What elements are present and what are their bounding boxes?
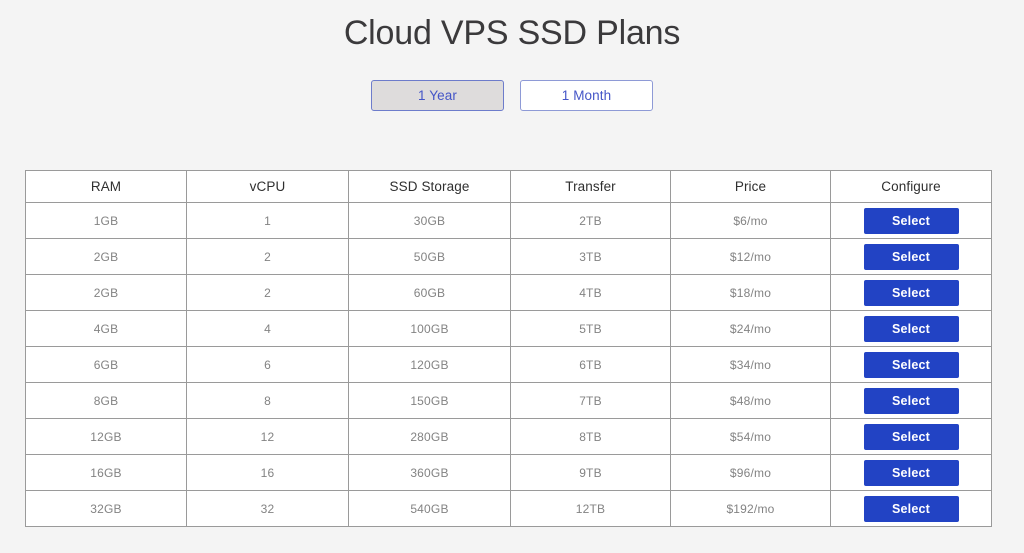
- billing-toggle-1-month[interactable]: 1 Month: [520, 80, 653, 111]
- cell-ram: 16GB: [25, 454, 187, 491]
- select-button[interactable]: Select: [863, 495, 959, 522]
- table-row: 1GB 1 30GB 2TB $6/mo Select: [25, 202, 992, 239]
- cell-price: $54/mo: [670, 418, 831, 455]
- cell-ram: 2GB: [25, 274, 187, 311]
- table-header-row: RAM vCPU SSD Storage Transfer Price Conf…: [25, 170, 992, 203]
- plans-table-head: RAM vCPU SSD Storage Transfer Price Conf…: [25, 170, 992, 203]
- cell-ram: 32GB: [25, 490, 187, 527]
- cell-price: $48/mo: [670, 382, 831, 419]
- table-row: 2GB 2 60GB 4TB $18/mo Select: [25, 274, 992, 311]
- cell-ram: 1GB: [25, 202, 187, 239]
- select-button[interactable]: Select: [863, 459, 959, 486]
- cell-transfer: 6TB: [510, 346, 671, 383]
- cell-configure: Select: [830, 418, 992, 455]
- cell-ram: 8GB: [25, 382, 187, 419]
- cell-transfer: 8TB: [510, 418, 671, 455]
- select-button[interactable]: Select: [863, 207, 959, 234]
- table-row: 16GB 16 360GB 9TB $96/mo Select: [25, 454, 992, 491]
- select-button[interactable]: Select: [863, 315, 959, 342]
- cell-vcpu: 6: [186, 346, 349, 383]
- table-row: 8GB 8 150GB 7TB $48/mo Select: [25, 382, 992, 419]
- cell-transfer: 12TB: [510, 490, 671, 527]
- select-button[interactable]: Select: [863, 351, 959, 378]
- cell-transfer: 2TB: [510, 202, 671, 239]
- cell-price: $18/mo: [670, 274, 831, 311]
- column-header-configure: Configure: [830, 170, 992, 203]
- cell-ssd: 120GB: [348, 346, 511, 383]
- cell-price: $6/mo: [670, 202, 831, 239]
- table-row: 12GB 12 280GB 8TB $54/mo Select: [25, 418, 992, 455]
- billing-toggle-1-year[interactable]: 1 Year: [371, 80, 504, 111]
- cell-price: $24/mo: [670, 310, 831, 347]
- column-header-ram: RAM: [25, 170, 187, 203]
- column-header-ssd-storage: SSD Storage: [348, 170, 511, 203]
- plans-table-body: 1GB 1 30GB 2TB $6/mo Select 2GB 2 50GB 3TB $12/mo S…: [25, 202, 992, 527]
- plans-table-container: RAM vCPU SSD Storage Transfer Price Conf…: [25, 170, 992, 527]
- cell-ssd: 30GB: [348, 202, 511, 239]
- table-row: 6GB 6 120GB 6TB $34/mo Select: [25, 346, 992, 383]
- cell-ssd: 100GB: [348, 310, 511, 347]
- cell-vcpu: 2: [186, 238, 349, 275]
- select-button[interactable]: Select: [863, 423, 959, 450]
- cell-configure: Select: [830, 202, 992, 239]
- cell-configure: Select: [830, 382, 992, 419]
- cell-vcpu: 2: [186, 274, 349, 311]
- cell-ssd: 540GB: [348, 490, 511, 527]
- cell-ram: 2GB: [25, 238, 187, 275]
- plans-table: RAM vCPU SSD Storage Transfer Price Conf…: [25, 170, 992, 527]
- cell-ssd: 150GB: [348, 382, 511, 419]
- cell-vcpu: 32: [186, 490, 349, 527]
- select-button[interactable]: Select: [863, 279, 959, 306]
- cell-transfer: 3TB: [510, 238, 671, 275]
- cell-ram: 12GB: [25, 418, 187, 455]
- cell-transfer: 5TB: [510, 310, 671, 347]
- billing-period-toggle: 1 Year 1 Month: [0, 80, 1024, 111]
- cell-vcpu: 1: [186, 202, 349, 239]
- cell-ssd: 60GB: [348, 274, 511, 311]
- cell-transfer: 4TB: [510, 274, 671, 311]
- cell-price: $34/mo: [670, 346, 831, 383]
- select-button[interactable]: Select: [863, 243, 959, 270]
- table-row: 4GB 4 100GB 5TB $24/mo Select: [25, 310, 992, 347]
- cell-price: $12/mo: [670, 238, 831, 275]
- cell-ssd: 280GB: [348, 418, 511, 455]
- cell-configure: Select: [830, 274, 992, 311]
- cell-transfer: 7TB: [510, 382, 671, 419]
- cell-price: $192/mo: [670, 490, 831, 527]
- cell-ram: 6GB: [25, 346, 187, 383]
- column-header-price: Price: [670, 170, 831, 203]
- column-header-transfer: Transfer: [510, 170, 671, 203]
- column-header-vcpu: vCPU: [186, 170, 349, 203]
- cell-configure: Select: [830, 490, 992, 527]
- cell-ram: 4GB: [25, 310, 187, 347]
- cell-ssd: 50GB: [348, 238, 511, 275]
- pricing-page: Cloud VPS SSD Plans 1 Year 1 Month RAM v…: [0, 0, 1024, 553]
- cell-vcpu: 16: [186, 454, 349, 491]
- cell-vcpu: 12: [186, 418, 349, 455]
- cell-ssd: 360GB: [348, 454, 511, 491]
- table-row: 32GB 32 540GB 12TB $192/mo Select: [25, 490, 992, 527]
- cell-configure: Select: [830, 238, 992, 275]
- table-row: 2GB 2 50GB 3TB $12/mo Select: [25, 238, 992, 275]
- page-title: Cloud VPS SSD Plans: [343, 14, 681, 52]
- cell-transfer: 9TB: [510, 454, 671, 491]
- cell-configure: Select: [830, 310, 992, 347]
- cell-configure: Select: [830, 346, 992, 383]
- cell-vcpu: 4: [186, 310, 349, 347]
- cell-price: $96/mo: [670, 454, 831, 491]
- cell-vcpu: 8: [186, 382, 349, 419]
- cell-configure: Select: [830, 454, 992, 491]
- select-button[interactable]: Select: [863, 387, 959, 414]
